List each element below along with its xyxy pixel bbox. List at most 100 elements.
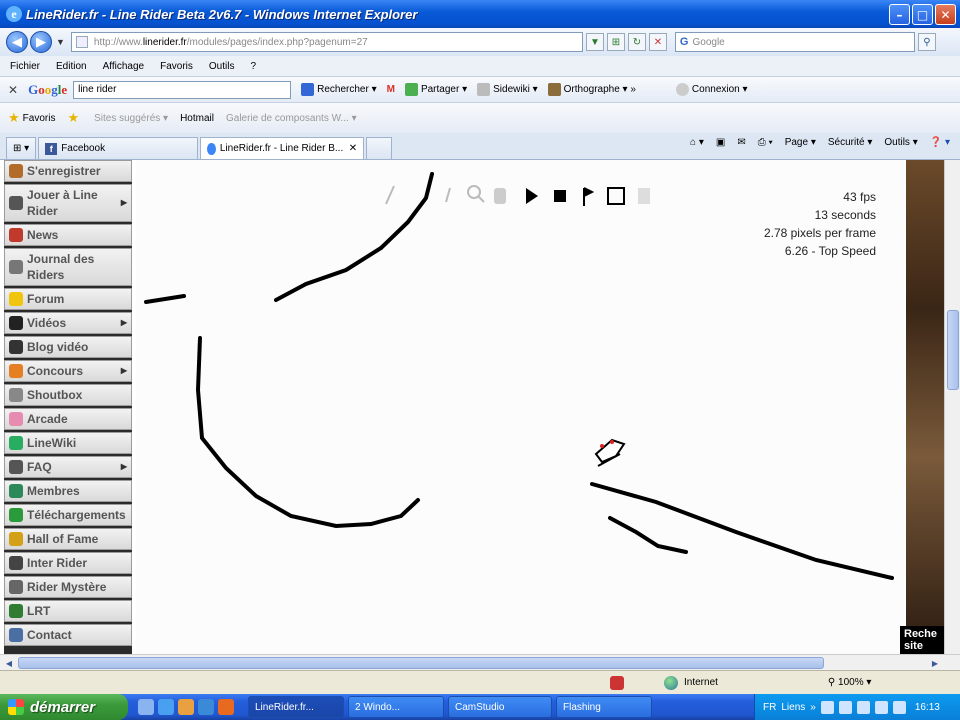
sidebar-item[interactable]: News	[4, 224, 132, 246]
sidebar-item[interactable]: Forum	[4, 288, 132, 310]
popup-blocker-icon[interactable]	[610, 675, 624, 690]
tab-linerider[interactable]: LineRider.fr - Line Rider B... ✕	[200, 137, 365, 159]
stop-icon[interactable]: ✕	[648, 33, 667, 51]
google-rechercher-button[interactable]: Rechercher ▾	[301, 83, 377, 96]
fav-galerie[interactable]: Galerie de composants W... ▾	[226, 113, 357, 124]
language-indicator[interactable]: FR	[763, 702, 776, 713]
sidebar-item[interactable]: Hall of Fame	[4, 528, 132, 550]
menu-bar: Fichier Edition Affichage Favoris Outils…	[0, 56, 960, 77]
sidebar-item[interactable]: Arcade	[4, 408, 132, 430]
tab-facebook[interactable]: f Facebook	[38, 137, 199, 159]
search-input[interactable]: G Google	[674, 32, 915, 52]
site-search-label[interactable]: Reche site	[900, 626, 944, 654]
feeds-icon[interactable]: ▣	[716, 137, 725, 148]
minimize-button[interactable]: –	[889, 4, 910, 25]
quick-tabs-button[interactable]: ⊞ ▾	[6, 137, 37, 159]
sidebar-item[interactable]: Concours ▶	[4, 360, 132, 382]
sidebar-item[interactable]: LineWiki	[4, 432, 132, 454]
google-search-input[interactable]: line rider	[73, 80, 292, 99]
page-menu[interactable]: Page ▾	[785, 137, 816, 148]
sidebar-item[interactable]: Shoutbox	[4, 384, 132, 406]
help-icon[interactable]: ❓ ▾	[930, 137, 950, 148]
add-favorite-icon[interactable]: ★	[67, 110, 82, 126]
stop-icon	[554, 190, 566, 202]
ie-icon: e	[6, 6, 22, 22]
address-dropdown-button[interactable]: ▼	[585, 33, 604, 51]
trash-icon	[638, 188, 650, 204]
history-dropdown[interactable]: ▼	[56, 37, 65, 47]
desktop-icon[interactable]	[138, 699, 154, 715]
new-tab-button[interactable]	[366, 137, 393, 159]
firefox-icon[interactable]	[218, 699, 234, 715]
sidebar-item[interactable]: Jouer à Line Rider ▶	[4, 184, 132, 222]
zoom-level[interactable]: ⚲ 100% ▾	[828, 677, 872, 688]
taskbar-linerider[interactable]: LineRider.fr...	[248, 696, 344, 718]
volume-icon[interactable]	[874, 700, 888, 714]
print-icon[interactable]: ⎙ ▾	[758, 137, 773, 148]
vertical-scrollbar[interactable]	[944, 160, 960, 654]
horizontal-scrollbar[interactable]: ◀ ▶	[0, 654, 960, 670]
search-button[interactable]: ⚲	[917, 33, 936, 51]
tray-icon[interactable]	[892, 700, 906, 714]
ie-icon[interactable]	[158, 699, 174, 715]
tools-menu[interactable]: Outils ▾	[884, 137, 917, 148]
tray-icon[interactable]	[856, 700, 870, 714]
fav-sites-suggeres[interactable]: Sites suggérés ▾	[94, 113, 168, 124]
sidebar-item[interactable]: Téléchargements	[4, 504, 132, 526]
menu-help[interactable]: ?	[250, 61, 256, 72]
horizontal-scroll-thumb[interactable]	[18, 657, 824, 669]
compat-view-icon[interactable]: ⊞	[606, 33, 625, 51]
sidebar-item[interactable]: FAQ ▶	[4, 456, 132, 478]
google-sidewiki-button[interactable]: Sidewiki ▾	[477, 83, 538, 96]
taskbar-camstudio[interactable]: CamStudio	[448, 696, 552, 718]
google-connexion-button[interactable]: Connexion ▾	[675, 83, 748, 96]
menu-fichier[interactable]: Fichier	[10, 61, 40, 72]
submenu-arrow-icon: ▶	[120, 198, 127, 207]
sidebar-item[interactable]: Rider Mystère	[4, 576, 132, 598]
links-toolbar[interactable]: Liens	[781, 702, 805, 713]
sidebar-item[interactable]: S'enregistrer	[4, 160, 132, 182]
google-partager-button[interactable]: Partager ▾	[404, 83, 467, 96]
start-button[interactable]: démarrer	[0, 694, 128, 720]
tray-icon[interactable]	[838, 700, 852, 714]
taskbar-windows-group[interactable]: 2 Windo...	[348, 696, 444, 718]
sidebar-item[interactable]: Inter Rider	[4, 552, 132, 574]
app-icon[interactable]	[198, 699, 214, 715]
back-button[interactable]: ◀	[6, 31, 28, 53]
menu-outils[interactable]: Outils	[209, 61, 235, 72]
google-orthographe-button[interactable]: Orthographe ▾ »	[547, 83, 636, 96]
close-button[interactable]: ✕	[935, 4, 956, 25]
sidebar-item-label: LRT	[27, 604, 51, 618]
close-toolbar-icon[interactable]: ✕	[8, 83, 18, 97]
search-placeholder: Google	[692, 36, 725, 48]
forward-button[interactable]: ▶	[30, 31, 52, 53]
maximize-button[interactable]: □	[912, 4, 933, 25]
refresh-icon[interactable]: ↻	[627, 33, 646, 51]
app-icon[interactable]	[178, 699, 194, 715]
fav-hotmail[interactable]: Hotmail	[180, 113, 214, 124]
sidebar-item[interactable]: Journal des Riders	[4, 248, 132, 286]
tray-icon[interactable]	[820, 700, 834, 714]
menu-edition[interactable]: Edition	[56, 61, 87, 72]
address-bar[interactable]: http://www. linerider.fr/modules/pages/in…	[70, 32, 583, 52]
sidebar-item[interactable]: Vidéos ▶	[4, 312, 132, 334]
scroll-left-arrow[interactable]: ◀	[2, 657, 16, 669]
line-rider-canvas[interactable]: 43 fps 13 seconds 2.78 pixels per frame …	[136, 160, 904, 654]
sidebar-item[interactable]: Contact	[4, 624, 132, 646]
ie-page-icon	[207, 142, 216, 155]
sidebar-item[interactable]: LRT	[4, 600, 132, 622]
menu-affichage[interactable]: Affichage	[103, 61, 145, 72]
security-menu[interactable]: Sécurité ▾	[828, 137, 873, 148]
menu-favoris[interactable]: Favoris	[160, 61, 193, 72]
game-stats: 43 fps 13 seconds 2.78 pixels per frame …	[764, 188, 876, 260]
sidebar-item[interactable]: Blog vidéo	[4, 336, 132, 358]
taskbar-flashing[interactable]: Flashing	[556, 696, 652, 718]
scroll-right-arrow[interactable]: ▶	[928, 657, 942, 669]
vertical-scroll-thumb[interactable]	[947, 310, 959, 390]
sidebar-item[interactable]: Membres	[4, 480, 132, 502]
favorites-button[interactable]: ★ Favoris	[8, 110, 55, 126]
mail-icon[interactable]: ✉	[737, 137, 745, 148]
gmail-icon[interactable]: M	[387, 84, 395, 95]
home-icon[interactable]: ⌂ ▾	[690, 137, 704, 148]
close-tab-icon[interactable]: ✕	[349, 143, 357, 154]
